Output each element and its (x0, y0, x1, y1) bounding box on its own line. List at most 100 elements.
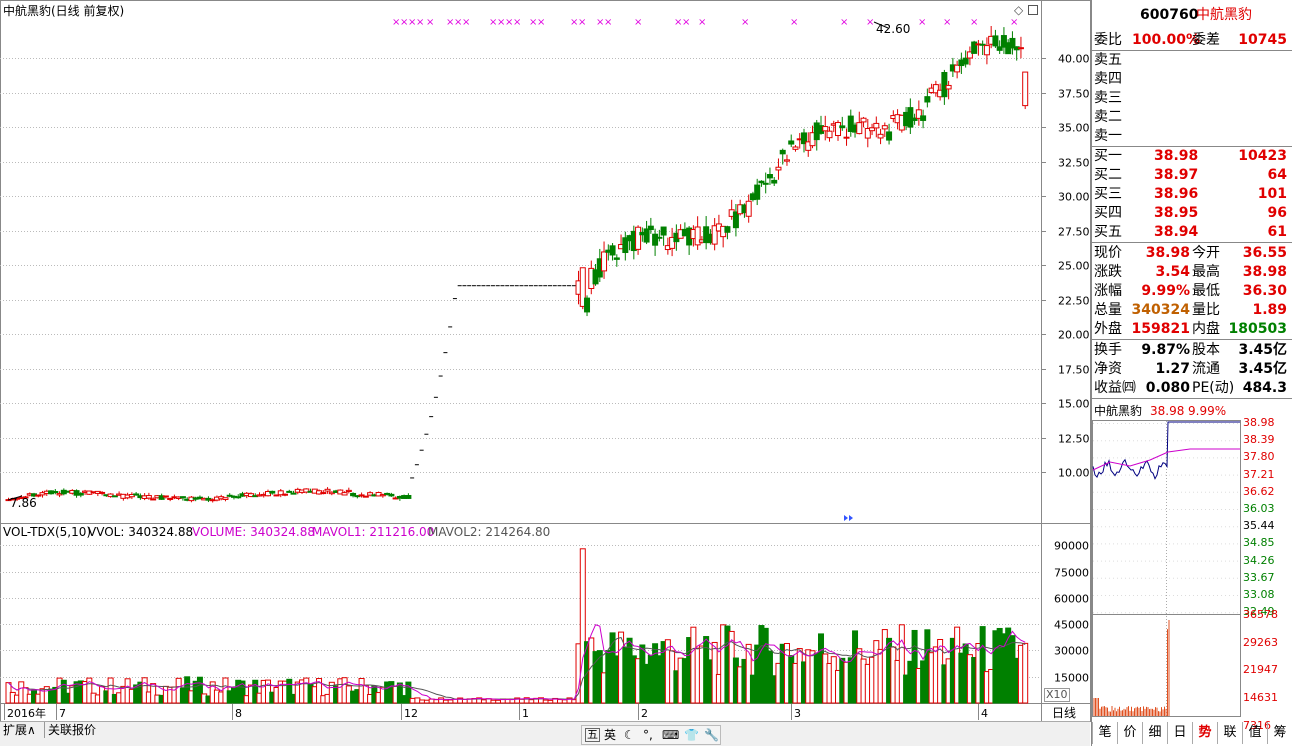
candle-body (341, 492, 348, 496)
related-quote-tab[interactable]: 关联报价 (48, 723, 96, 737)
diamond-icon[interactable]: ◇ (1014, 3, 1023, 17)
price-axis-label: 37.50 (1058, 88, 1090, 101)
price-axis-label: 10.00 (1058, 467, 1090, 480)
ask-row: 卖五 (1094, 51, 1290, 70)
right-tab-5[interactable]: 联 (1217, 722, 1242, 744)
right-tab-4[interactable]: 势 (1192, 722, 1217, 744)
bid-volume: 10423 (1238, 148, 1287, 164)
stat-label-2: 最高 (1192, 264, 1220, 280)
signal-marker: × (426, 17, 434, 28)
main-frame (0, 0, 1091, 722)
mavol1-value: MAVOL1: 211216.00 (312, 525, 435, 539)
candle-body (886, 131, 893, 141)
candle-body (788, 140, 795, 145)
candle-body (643, 228, 650, 243)
mini-title: 中航黑豹 (1094, 404, 1143, 418)
volume-bar (561, 699, 568, 704)
dots-icon[interactable]: °, (643, 728, 653, 742)
mini-price-label: 38.39 (1243, 433, 1275, 447)
signal-marker: × (537, 17, 545, 28)
signal-marker: × (918, 17, 926, 28)
mini-price-label: 36.62 (1243, 484, 1275, 498)
expand-tab[interactable]: 扩展∧ (3, 723, 36, 737)
candle-body (362, 495, 369, 498)
bid-row: 买一 38.98 10423 (1094, 147, 1290, 166)
weibi-value: 100.00% (1132, 32, 1201, 48)
right-tab-7[interactable]: 筹 (1267, 722, 1292, 744)
candle-body (282, 493, 289, 496)
candle-body (766, 174, 773, 179)
price-axis-label: 17.50 (1058, 364, 1090, 377)
signal-marker: × (698, 17, 706, 28)
vvol-value: VVOL: 340324.88 (88, 525, 194, 539)
candle-body (652, 233, 659, 246)
signal-marker: × (682, 17, 690, 28)
stat-value: 3.54 (1155, 264, 1190, 280)
candle-body (235, 496, 242, 499)
candle-body (77, 492, 84, 496)
signal-marker: × (840, 17, 848, 28)
candle-body (924, 96, 931, 103)
ime-english-icon[interactable]: 英 (604, 728, 616, 742)
fund-label: 收益㈣ (1094, 380, 1136, 396)
stat-value: 9.99% (1141, 283, 1190, 299)
right-tab-6[interactable]: 值 (1242, 722, 1267, 744)
fund-value: 9.87% (1141, 342, 1190, 358)
fund-value-2: 3.45亿 (1238, 361, 1287, 377)
bid-row: 买四 38.95 96 (1094, 204, 1290, 223)
right-tab-3[interactable]: 日 (1167, 722, 1192, 744)
volume-bar (442, 699, 449, 704)
stat-row: 涨跌 3.54 最高 38.98 (1094, 263, 1290, 282)
fund-value: 1.27 (1155, 361, 1190, 377)
stock-chart-app: 40.00 37.50 35.00 32.50 30.00 27.50 25.00 22.50… (0, 0, 1292, 746)
candle-body (345, 489, 352, 492)
ime-five-icon[interactable]: 五 (585, 728, 600, 742)
max-price-label: 42.60 (876, 22, 911, 36)
keyboard-icon[interactable]: ⌨ (662, 728, 679, 742)
signal-marker: × (790, 17, 798, 28)
bid-label: 买四 (1094, 205, 1122, 221)
moon-icon[interactable]: ☾ (624, 728, 635, 742)
candle-body (150, 498, 157, 501)
quote-divider (1092, 242, 1292, 243)
signal-marker: × (604, 17, 612, 28)
bid-volume: 64 (1267, 167, 1287, 183)
bid-price: 38.97 (1154, 167, 1199, 183)
bid-row: 买三 38.96 101 (1094, 185, 1290, 204)
candle-body (324, 488, 331, 492)
candle-body (635, 226, 642, 250)
ask-row: 卖二 (1094, 108, 1290, 127)
signal-marker: × (416, 17, 424, 28)
volume-axis-label: 60000 (1054, 593, 1089, 606)
period-label[interactable]: 日线 (1052, 706, 1076, 720)
wrench-icon[interactable]: 🔧 (704, 728, 719, 742)
stat-label-2: 量比 (1192, 302, 1220, 318)
volume-bar (1022, 642, 1029, 704)
right-tab-0[interactable]: 笔 (1092, 722, 1117, 744)
candles-group (5, 25, 1029, 503)
mavol2-value: MAVOL2: 214264.80 (428, 525, 551, 539)
candle-body (920, 115, 927, 121)
fund-value-2: 3.45亿 (1238, 342, 1287, 358)
window-toggle-icon[interactable] (1028, 5, 1038, 15)
signal-marker: × (634, 17, 642, 28)
volume-indicator-name[interactable]: VOL-TDX(5,10) (3, 525, 91, 539)
fund-value-2: 484.3 (1242, 380, 1287, 396)
candle-body (613, 257, 620, 260)
weicha-label: 委差 (1192, 32, 1220, 48)
candle-body (745, 200, 752, 217)
candle-body (1022, 71, 1029, 107)
stat-label: 涨幅 (1094, 283, 1122, 299)
mini-price-label: 38.98 (1243, 416, 1275, 429)
fund-row: 净资 1.27 流通 3.45亿 (1094, 360, 1290, 379)
date-axis-label: 4 (981, 707, 988, 720)
right-tab-2[interactable]: 细 (1142, 722, 1167, 744)
right-tab-1[interactable]: 价 (1117, 722, 1142, 744)
bid-volume: 61 (1267, 224, 1287, 240)
candle-body (826, 130, 833, 139)
signal-marker: × (741, 17, 749, 28)
shirt-icon[interactable]: 👕 (684, 728, 699, 742)
candle-body (792, 146, 799, 150)
candle-body (656, 236, 663, 239)
volume-bar (447, 699, 454, 704)
